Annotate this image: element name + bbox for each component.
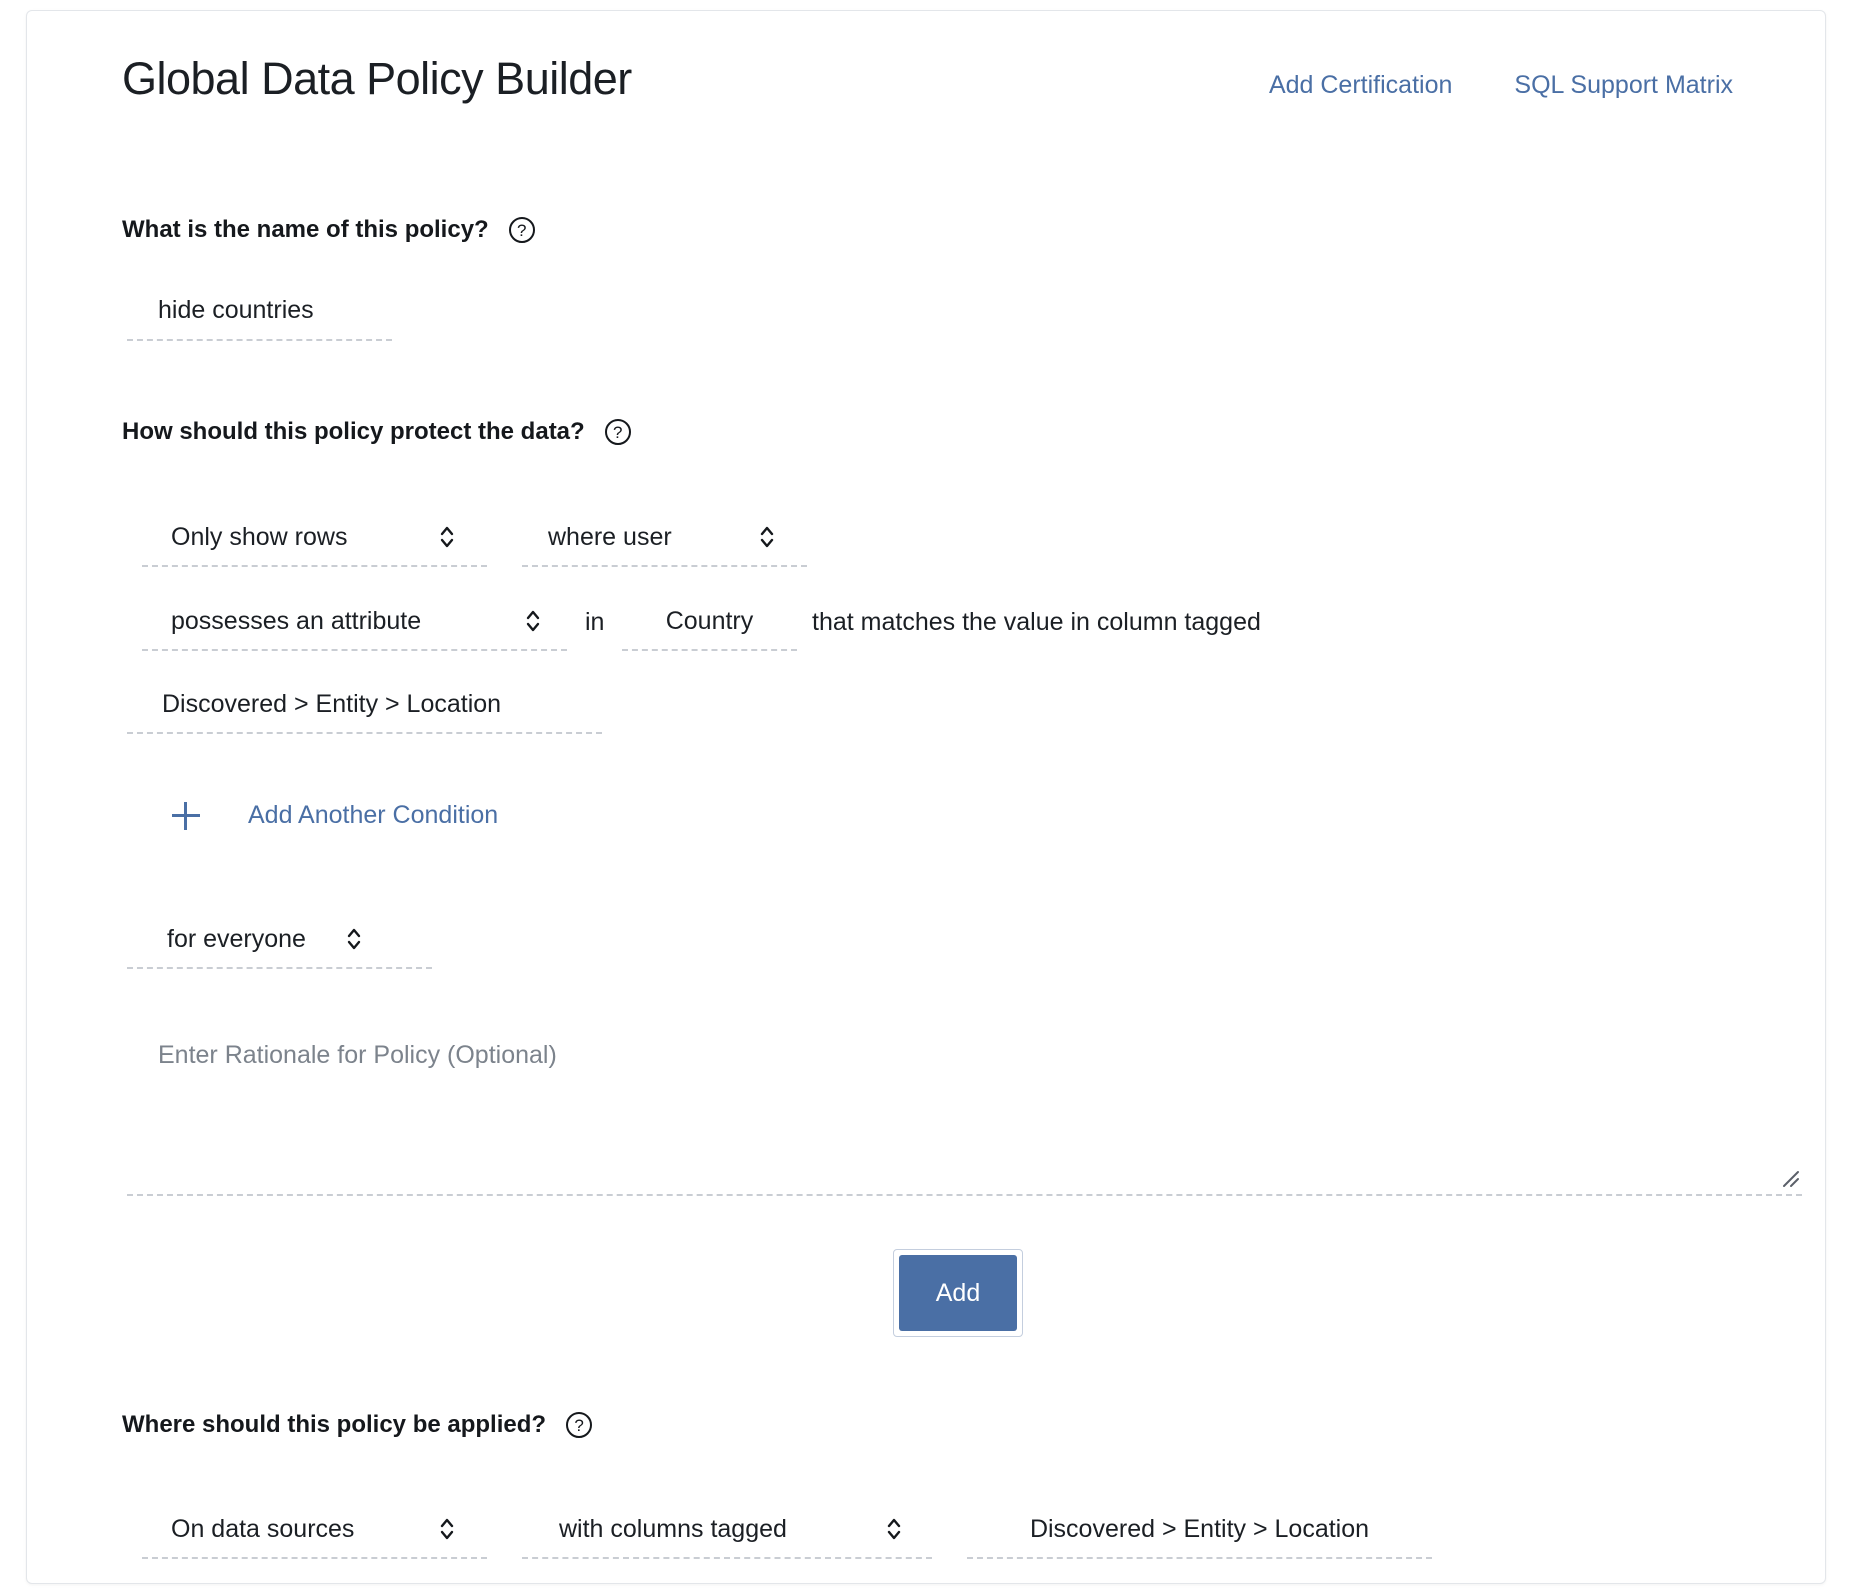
add-another-condition-label: Add Another Condition — [248, 801, 499, 829]
protect-tag-path-select[interactable]: Discovered > Entity > Location — [127, 676, 602, 734]
apply-scope-select[interactable]: On data sources — [142, 1501, 487, 1559]
protect-tag-path-value: Discovered > Entity > Location — [162, 689, 502, 718]
chevron-updown-icon[interactable] — [759, 522, 775, 552]
chevron-updown-icon[interactable] — [439, 1514, 455, 1544]
policy-name-value: hide countries — [158, 295, 314, 324]
rationale-placeholder: Enter Rationale for Policy (Optional) — [158, 1041, 557, 1069]
protect-attribute-value: Country — [665, 606, 754, 635]
chevron-updown-icon[interactable] — [439, 522, 455, 552]
add-button-wrapper: Add — [893, 1249, 1023, 1337]
apply-scope-value: On data sources — [171, 1514, 355, 1543]
chevron-updown-icon[interactable] — [346, 924, 362, 954]
protect-action-value: Only show rows — [171, 522, 348, 551]
protect-subject-select[interactable]: where user — [522, 509, 807, 567]
protect-attribute-select[interactable]: Country — [622, 593, 797, 651]
question-circle-icon[interactable]: ? — [508, 217, 535, 243]
policy-builder-card: Global Data Policy Builder Add Certifica… — [26, 10, 1826, 1584]
policy-name-question-label: What is the name of this policy? — [122, 216, 489, 243]
add-certification-link[interactable]: Add Certification — [1269, 71, 1452, 100]
sql-support-matrix-link[interactable]: SQL Support Matrix — [1514, 71, 1733, 100]
protect-trailing-text: that matches the value in column tagged — [812, 608, 1261, 636]
protect-action-select[interactable]: Only show rows — [142, 509, 487, 567]
protect-question-label: How should this policy protect the data? — [122, 418, 585, 445]
protect-predicate-value: possesses an attribute — [171, 606, 422, 635]
resize-handle-icon[interactable] — [1778, 1166, 1800, 1188]
plus-icon — [172, 801, 200, 830]
protect-question: How should this policy protect the data?… — [122, 418, 631, 446]
page-header: Global Data Policy Builder Add Certifica… — [122, 53, 1765, 127]
add-another-condition-button[interactable]: Add Another Condition — [172, 801, 498, 830]
chevron-updown-icon[interactable] — [525, 606, 541, 636]
header-links: Add Certification SQL Support Matrix — [1269, 71, 1733, 100]
apply-filter-value: with columns tagged — [559, 1514, 787, 1543]
chevron-updown-icon[interactable] — [886, 1514, 902, 1544]
policy-name-input[interactable]: hide countries — [127, 281, 392, 341]
rationale-textarea[interactable]: Enter Rationale for Policy (Optional) — [127, 1021, 1802, 1196]
protect-predicate-select[interactable]: possesses an attribute — [142, 593, 567, 651]
apply-question: Where should this policy be applied? ? — [122, 1411, 593, 1439]
question-circle-icon[interactable]: ? — [604, 419, 631, 445]
protect-audience-value: for everyone — [167, 924, 306, 953]
apply-filter-select[interactable]: with columns tagged — [522, 1501, 932, 1559]
protect-subject-value: where user — [548, 522, 672, 551]
page-title: Global Data Policy Builder — [122, 53, 632, 104]
question-circle-icon[interactable]: ? — [566, 1412, 593, 1438]
apply-tag-path-select[interactable]: Discovered > Entity > Location — [967, 1501, 1432, 1559]
add-button[interactable]: Add — [899, 1255, 1017, 1331]
apply-question-label: Where should this policy be applied? — [122, 1411, 547, 1438]
apply-tag-path-value: Discovered > Entity > Location — [1029, 1514, 1370, 1543]
policy-name-question: What is the name of this policy? ? — [122, 216, 535, 244]
protect-connector-text: in — [585, 608, 605, 636]
protect-audience-select[interactable]: for everyone — [127, 911, 432, 969]
